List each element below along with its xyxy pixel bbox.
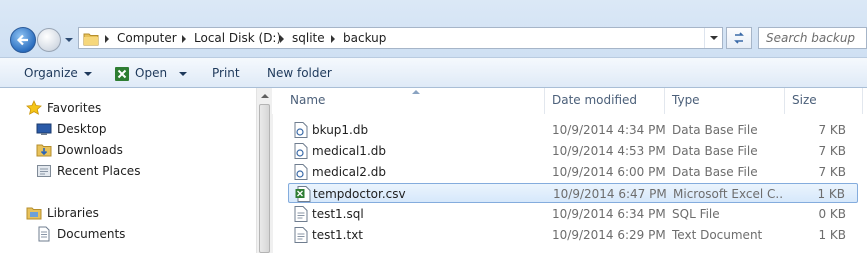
libraries-icon [26, 207, 42, 220]
file-type: SQL File [672, 207, 720, 221]
nav-item-label: Documents [57, 227, 126, 241]
file-type: Microsoft Excel C... [673, 187, 783, 201]
file-date: 10/9/2014 6:00 PM [552, 165, 666, 179]
nav-pane-scrollbar[interactable] [256, 88, 273, 253]
file-name[interactable]: tempdoctor.csv [313, 187, 406, 201]
text-file-icon [294, 227, 308, 243]
file-row[interactable]: test1.txt 10/9/2014 6:29 PM Text Documen… [288, 225, 858, 245]
chevron-down-icon [83, 71, 92, 76]
nav-item-label: Libraries [47, 206, 99, 220]
file-date: 10/9/2014 6:34 PM [552, 207, 666, 221]
documents-icon [38, 226, 50, 242]
address-bar[interactable]: Computer Local Disk (D:) sqlite backup [78, 27, 723, 49]
file-name[interactable]: medical1.db [312, 144, 386, 158]
file-type: Text Document [672, 228, 763, 242]
file-size: 1 KB [817, 187, 845, 201]
excel-icon [115, 66, 129, 81]
scroll-up-icon[interactable] [261, 94, 269, 98]
search-box[interactable] [758, 27, 867, 49]
recent-pages-dropdown[interactable] [64, 35, 74, 45]
breadcrumb-separator[interactable] [105, 35, 109, 43]
file-name[interactable]: test1.sql [312, 207, 364, 221]
nav-item-label: Desktop [57, 122, 107, 136]
breadcrumb-local-disk[interactable]: Local Disk (D:) [194, 31, 281, 46]
navigation-pane: Favorites Desktop Downloads Recent Place… [0, 88, 272, 253]
file-size: 7 KB [818, 144, 846, 158]
print-button[interactable]: Print [212, 64, 240, 82]
text-file-icon [294, 206, 308, 222]
forward-button[interactable] [37, 28, 61, 52]
file-row[interactable]: test1.sql 10/9/2014 6:34 PM SQL File 0 K… [288, 204, 858, 224]
db-file-icon [294, 164, 308, 180]
breadcrumb-computer[interactable]: Computer [117, 31, 177, 46]
breadcrumb-backup[interactable]: backup [343, 31, 386, 46]
folder-icon [83, 33, 99, 46]
file-date: 10/9/2014 4:53 PM [552, 144, 666, 158]
new-folder-button[interactable]: New folder [267, 64, 332, 82]
print-label: Print [212, 66, 240, 80]
nav-item-label: Favorites [47, 101, 102, 115]
file-name[interactable]: bkup1.db [312, 123, 368, 137]
sort-ascending-icon [412, 90, 420, 94]
file-size: 1 KB [818, 228, 846, 242]
column-divider[interactable] [664, 88, 665, 114]
organize-button[interactable]: Organize [24, 64, 92, 82]
organize-label: Organize [24, 66, 78, 80]
file-name[interactable]: medical2.db [312, 165, 386, 179]
search-input[interactable] [759, 28, 866, 47]
refresh-button[interactable] [726, 27, 752, 49]
column-divider[interactable] [862, 88, 863, 114]
scrollbar-thumb[interactable] [259, 104, 270, 253]
file-row[interactable]: bkup1.db 10/9/2014 4:34 PM Data Base Fil… [288, 120, 858, 140]
file-date: 10/9/2014 6:47 PM [553, 187, 667, 201]
file-name[interactable]: test1.txt [312, 228, 363, 242]
file-type: Data Base File [672, 144, 758, 158]
column-header-type[interactable]: Type [672, 93, 700, 107]
column-header-name[interactable]: Name [290, 93, 325, 107]
file-type: Data Base File [672, 165, 758, 179]
file-type: Data Base File [672, 123, 758, 137]
new-folder-label: New folder [267, 66, 332, 80]
recent-places-icon [37, 165, 51, 177]
chevron-down-icon [179, 71, 188, 76]
nav-item-label: Recent Places [57, 164, 141, 178]
breadcrumb-separator[interactable] [280, 35, 284, 43]
db-file-icon [294, 143, 308, 159]
back-button[interactable] [10, 27, 36, 53]
column-header-date-modified[interactable]: Date modified [552, 93, 637, 107]
column-divider[interactable] [544, 88, 545, 114]
refresh-icon [734, 32, 744, 44]
command-toolbar: Organize Open Print New folder [0, 57, 867, 88]
file-date: 10/9/2014 6:29 PM [552, 228, 666, 242]
column-header-size[interactable]: Size [792, 93, 817, 107]
file-size: 7 KB [818, 165, 846, 179]
column-divider[interactable] [784, 88, 785, 114]
column-headers: Name Date modified Type Size [272, 88, 867, 114]
address-bar-area: Computer Local Disk (D:) sqlite backup [0, 0, 867, 57]
open-label: Open [135, 66, 168, 80]
breadcrumb-separator[interactable] [182, 35, 186, 43]
address-history-dropdown[interactable] [704, 28, 722, 48]
file-date: 10/9/2014 4:34 PM [552, 123, 666, 137]
file-size: 7 KB [818, 123, 846, 137]
back-arrow-icon [16, 34, 28, 46]
file-row[interactable]: medical2.db 10/9/2014 6:00 PM Data Base … [288, 162, 858, 182]
file-row-selected[interactable]: tempdoctor.csv 10/9/2014 6:47 PM Microso… [288, 183, 858, 203]
nav-item-label: Downloads [57, 143, 123, 157]
file-row[interactable]: medical1.db 10/9/2014 4:53 PM Data Base … [288, 141, 858, 161]
desktop-icon [36, 123, 52, 135]
breadcrumb-separator[interactable] [331, 35, 335, 43]
excel-csv-icon [295, 186, 311, 202]
downloads-folder-icon [36, 144, 52, 157]
file-size: 0 KB [818, 207, 846, 221]
open-button[interactable]: Open [114, 64, 188, 82]
db-file-icon [294, 122, 308, 138]
star-icon [26, 100, 42, 115]
breadcrumb-sqlite[interactable]: sqlite [292, 31, 325, 46]
